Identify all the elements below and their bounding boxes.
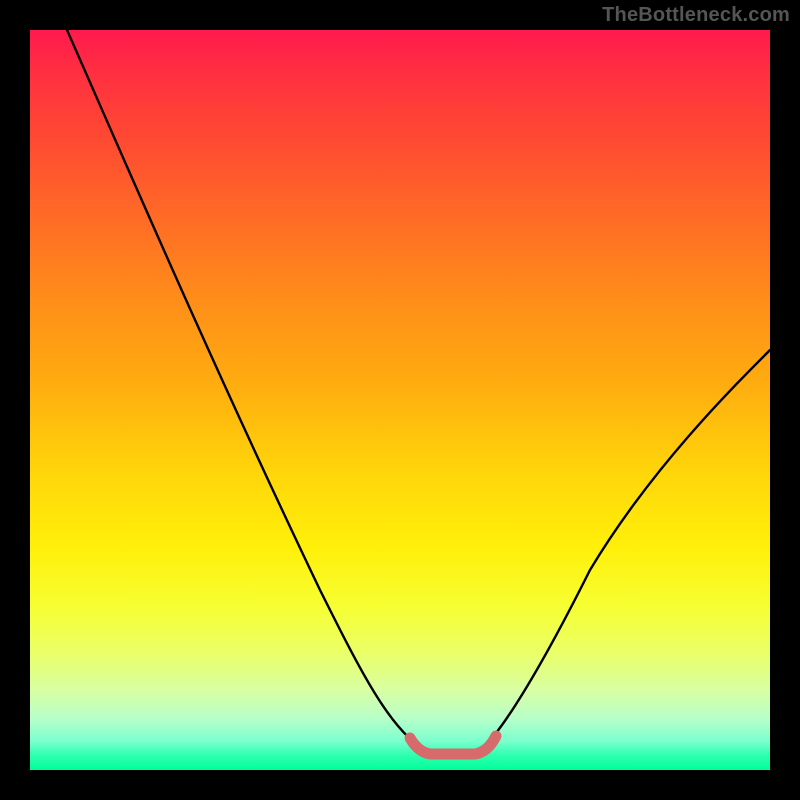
bottleneck-curve: [67, 30, 770, 750]
plot-area: [30, 30, 770, 770]
chart-frame: TheBottleneck.com: [0, 0, 800, 800]
curve-svg: [30, 30, 770, 770]
watermark-text: TheBottleneck.com: [602, 4, 790, 27]
optimal-band: [410, 736, 496, 754]
